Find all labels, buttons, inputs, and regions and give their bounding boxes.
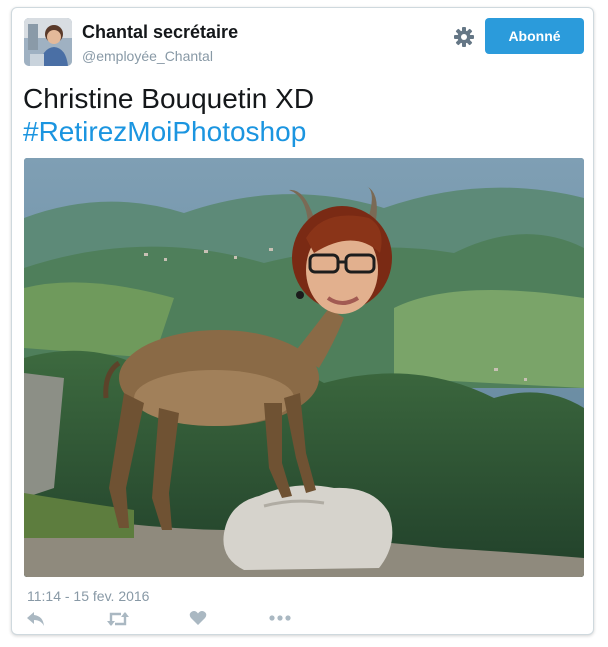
tweet-actions (26, 610, 326, 630)
like-icon[interactable] (189, 610, 211, 630)
tweet-body: Christine Bouquetin XD (23, 83, 315, 114)
more-icon[interactable] (268, 610, 291, 630)
tweet-timestamp[interactable]: 11:14 - 15 fev. 2016 (27, 588, 149, 604)
reply-icon[interactable] (26, 610, 48, 630)
author-name[interactable]: Chantal secrétaire (82, 22, 238, 43)
hashtag-link[interactable]: #RetirezMoiPhotoshop (23, 115, 314, 148)
follow-button[interactable]: Abonné (485, 18, 584, 54)
tweet-card: Chantal secrétaire @employée_Chantal Abo… (11, 7, 594, 635)
tweet-image[interactable] (24, 158, 584, 577)
author-handle[interactable]: @employée_Chantal (82, 48, 213, 64)
gear-icon[interactable] (452, 25, 476, 49)
retweet-icon[interactable] (106, 610, 129, 630)
avatar[interactable] (24, 18, 72, 66)
tweet-text: Christine Bouquetin XD #RetirezMoiPhotos… (23, 82, 314, 148)
